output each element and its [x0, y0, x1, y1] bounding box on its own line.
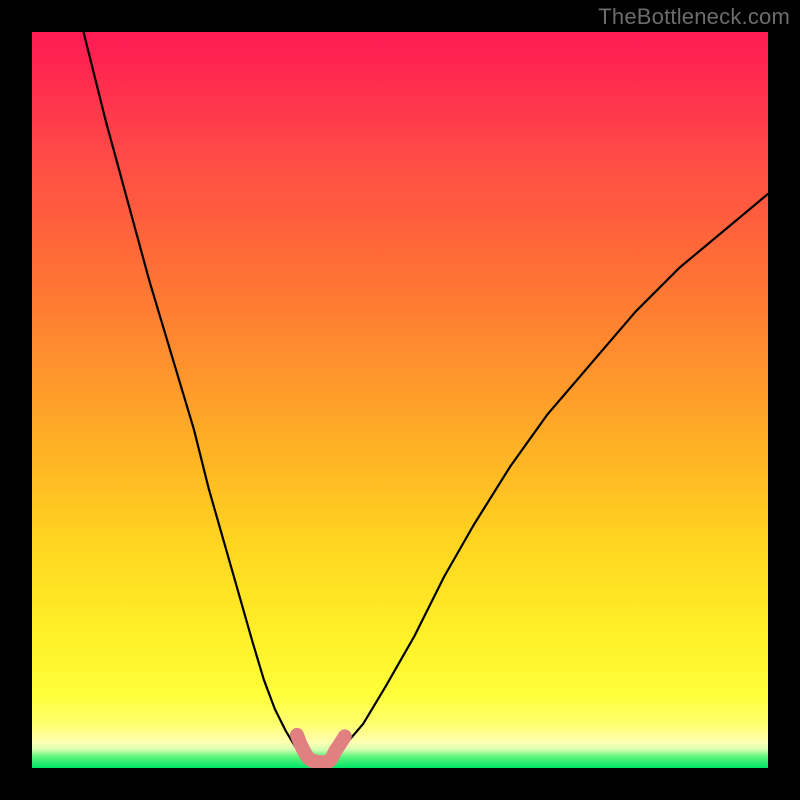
chart-frame: TheBottleneck.com [0, 0, 800, 800]
curve-layer [32, 32, 768, 768]
plot-area [32, 32, 768, 768]
highlight-segment [297, 735, 345, 762]
left-curve [84, 32, 308, 761]
watermark-text: TheBottleneck.com [598, 4, 790, 30]
right-curve [326, 194, 768, 761]
